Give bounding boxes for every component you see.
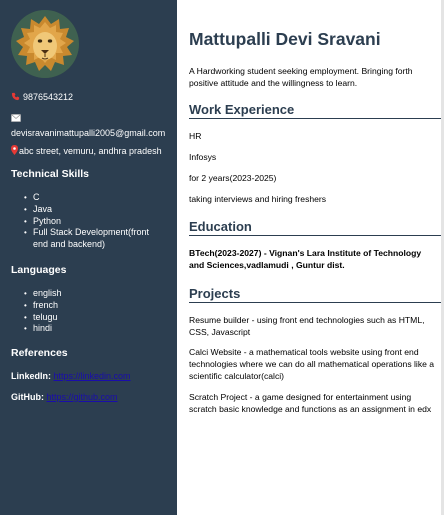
main-content: Mattupalli Devi Sravani A Hardworking st… (177, 0, 444, 515)
email-icon (11, 113, 21, 125)
experience-item: taking interviews and hiring freshers (189, 194, 327, 204)
project-item: Resume builder - using front end technol… (189, 315, 425, 337)
skill-item: Python (24, 216, 161, 228)
education-entry: BTech(2023-2027) - Vignan's Lara Institu… (189, 248, 421, 272)
project-item: Calci Website - a mathematical tools web… (189, 347, 435, 381)
experience-item: HR (189, 131, 202, 141)
linkedin-link[interactable]: https://linkedin.com (54, 371, 131, 381)
phone-icon (11, 92, 20, 104)
address-text: abc street, vemuru, andhra pradesh (19, 146, 162, 156)
github-reference: GitHub: https://github.com (11, 392, 118, 402)
phone-number: 9876543212 (23, 92, 74, 102)
experience-item: Infosys (189, 152, 217, 162)
email-address: devisravanimattupalli2005@gmail.com (11, 128, 166, 138)
phone-contact: 9876543212 (11, 91, 73, 104)
education-heading: Education (189, 219, 441, 236)
education-line: and Sciences,vadlamudi , Guntur dist. (189, 259, 345, 270)
education-line: BTech(2023-2027) - Vignan's Lara Institu… (189, 248, 422, 258)
page-title: Mattupalli Devi Sravani (189, 29, 381, 49)
language-item: telugu (24, 312, 161, 324)
skill-item: C (24, 192, 161, 204)
intro-text: A Hardworking student seeking employment… (189, 66, 413, 88)
language-item: hindi (24, 323, 161, 335)
languages-heading: Languages (11, 264, 67, 276)
language-item: english (24, 288, 161, 300)
lion-avatar-image (11, 10, 79, 78)
languages-list: english french telugu hindi (24, 288, 161, 335)
linkedin-label: LinkedIn: (11, 371, 51, 381)
avatar (11, 10, 79, 78)
projects-heading: Projects (189, 286, 441, 303)
experience-item: for 2 years(2023-2025) (189, 173, 277, 183)
skills-heading: Technical Skills (11, 168, 90, 180)
email-contact: devisravanimattupalli2005@gmail.com (11, 113, 171, 139)
skills-list: C Java Python Full Stack Development(fro… (24, 192, 161, 251)
references-heading: References (11, 347, 68, 359)
experience-heading: Work Experience (189, 102, 441, 119)
address-contact: abc street, vemuru, andhra pradesh (11, 145, 162, 158)
sidebar: 9876543212 devisravanimattupalli2005@gma… (0, 0, 177, 515)
location-pin-icon (11, 145, 18, 158)
project-item: Scratch Project - a game designed for en… (189, 392, 432, 414)
language-item: french (24, 300, 161, 312)
linkedin-reference: LinkedIn: https://linkedin.com (11, 371, 131, 381)
skill-item: Full Stack Development(front end and bac… (24, 227, 161, 251)
github-label: GitHub: (11, 392, 44, 402)
skill-item: Java (24, 204, 161, 216)
github-link[interactable]: https://github.com (47, 392, 118, 402)
